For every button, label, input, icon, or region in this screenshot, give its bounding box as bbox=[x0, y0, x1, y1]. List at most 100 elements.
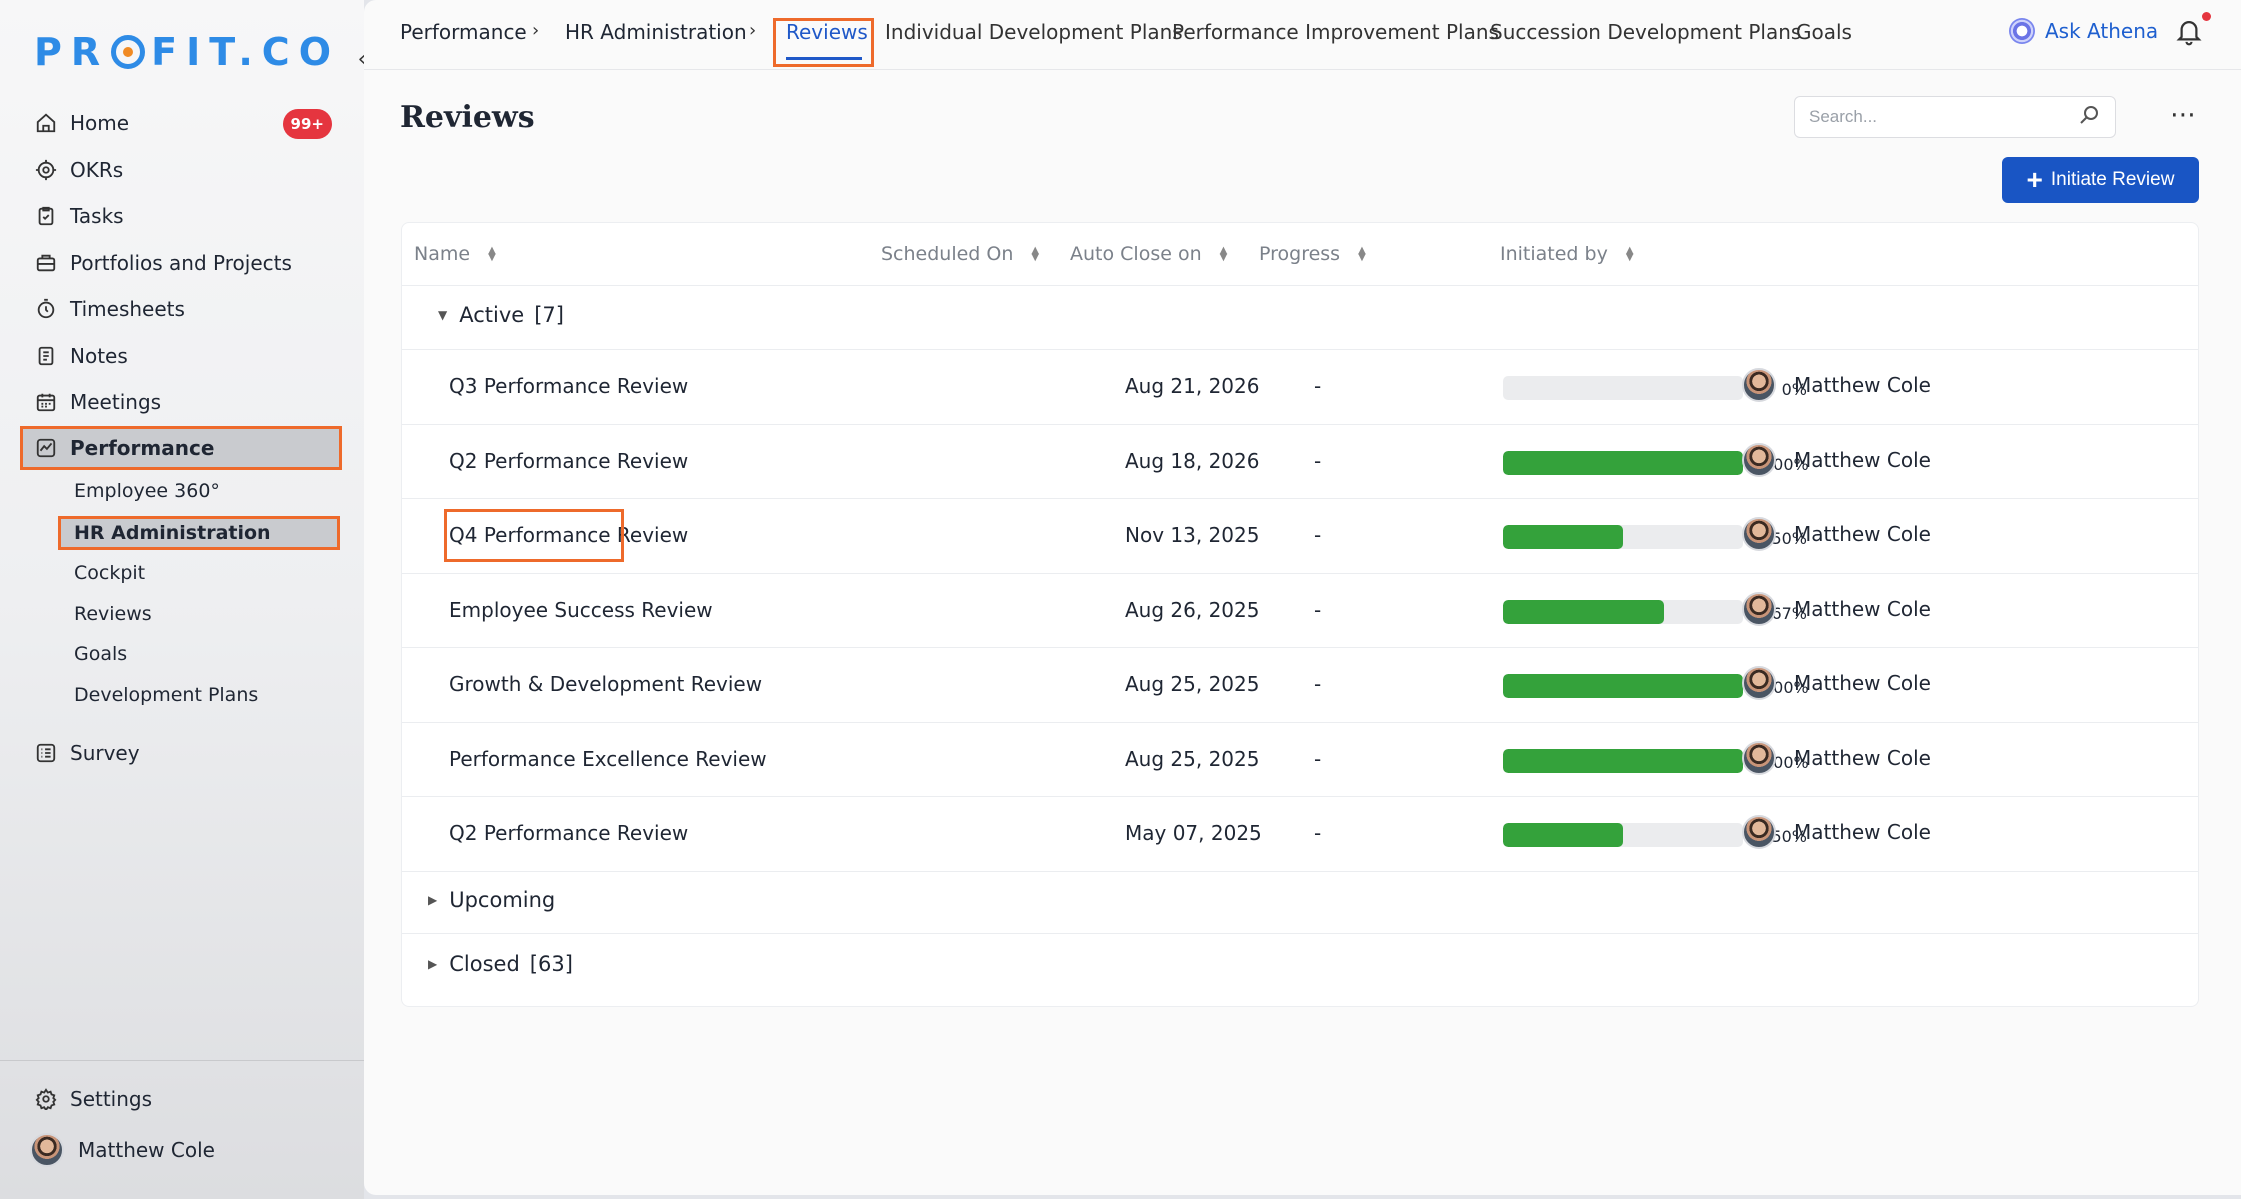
table-row[interactable]: Q3 Performance Review Aug 21, 2026-0% Matt… bbox=[402, 350, 2198, 424]
table-row[interactable]: Performance Excellence Review Aug 25, 202… bbox=[402, 723, 2198, 797]
sidebar-item-home[interactable]: Home 99+ bbox=[20, 101, 342, 145]
breadcrumb-separator: › bbox=[532, 20, 540, 41]
group-toggle-upcoming[interactable]: ▶ Upcoming bbox=[428, 888, 555, 912]
subnav-label: HR Administration bbox=[74, 522, 271, 544]
breadcrumb-performance[interactable]: Performance bbox=[400, 20, 527, 44]
bell-icon[interactable] bbox=[2174, 16, 2208, 50]
sidebar-item-label: Survey bbox=[70, 741, 140, 765]
subnav-cockpit[interactable]: Cockpit bbox=[58, 556, 340, 590]
tab-performance-improvement-plans[interactable]: Performance Improvement Plans bbox=[1172, 20, 1499, 44]
sidebar-item-label: Meetings bbox=[70, 390, 162, 414]
column-header-name[interactable]: Name ▲ ▼ bbox=[414, 243, 496, 265]
review-name-link[interactable]: Employee Success Review bbox=[449, 598, 713, 622]
column-header-progress[interactable]: Progress ▲ ▼ bbox=[1259, 243, 1366, 265]
initiated-by-user[interactable]: Matthew Cole bbox=[1742, 740, 1931, 775]
sidebar-item-tasks[interactable]: Tasks bbox=[20, 194, 342, 238]
sidebar-user-profile[interactable]: Matthew Cole bbox=[20, 1128, 342, 1172]
row-divider bbox=[402, 870, 2198, 872]
sidebar-item-settings[interactable]: Settings bbox=[20, 1077, 342, 1121]
column-header-scheduled-on[interactable]: Scheduled On ▲ ▼ bbox=[881, 243, 1039, 265]
sidebar-item-performance[interactable]: Performance bbox=[20, 426, 342, 470]
target-icon bbox=[34, 158, 58, 182]
review-name-link[interactable]: Growth & Development Review bbox=[449, 672, 762, 696]
ask-athena-button[interactable]: Ask Athena bbox=[2009, 18, 2158, 44]
column-header-label: Auto Close on bbox=[1070, 243, 1202, 265]
sort-icon[interactable]: ▲ ▼ bbox=[1626, 246, 1634, 263]
progress-bar bbox=[1503, 450, 1743, 475]
sidebar-item-label: Notes bbox=[70, 344, 128, 368]
caret-down-icon: ▼ bbox=[438, 308, 448, 322]
sort-icon[interactable]: ▲ ▼ bbox=[488, 246, 496, 263]
sidebar-item-survey[interactable]: Survey bbox=[20, 731, 342, 775]
group-toggle-active[interactable]: ▼ Active [7] bbox=[438, 303, 564, 327]
tab-reviews[interactable]: Reviews bbox=[786, 20, 868, 44]
sort-icon[interactable]: ▲ ▼ bbox=[1031, 246, 1039, 263]
sidebar-item-notes[interactable]: Notes bbox=[20, 334, 342, 378]
column-header-auto-close-on[interactable]: Auto Close on ▲ ▼ bbox=[1070, 243, 1227, 265]
review-name-link[interactable]: Performance Excellence Review bbox=[449, 747, 767, 771]
initiate-review-label: Initiate Review bbox=[2050, 169, 2175, 190]
table-row[interactable]: Employee Success Review Aug 26, 2025-67% M… bbox=[402, 574, 2198, 648]
tab-goals[interactable]: Goals bbox=[1796, 20, 1852, 44]
sidebar-item-timesheets[interactable]: Timesheets bbox=[20, 287, 342, 331]
subnav-reviews[interactable]: Reviews bbox=[58, 597, 340, 631]
auto-close-value: - bbox=[1314, 746, 1322, 771]
subnav-hr-administration[interactable]: HR Administration bbox=[58, 516, 340, 550]
search-box[interactable] bbox=[1794, 96, 2116, 138]
sort-icon[interactable]: ▲ ▼ bbox=[1220, 246, 1228, 263]
group-count: [7] bbox=[534, 303, 564, 327]
sidebar-item-label: Tasks bbox=[70, 204, 124, 228]
initiated-by-user[interactable]: Matthew Cole bbox=[1742, 517, 1931, 551]
initiated-by-user[interactable]: Matthew Cole bbox=[1742, 815, 1931, 849]
column-header-label: Progress bbox=[1259, 243, 1341, 265]
user-name: Matthew Cole bbox=[1794, 745, 1931, 770]
group-label: Closed bbox=[449, 952, 520, 976]
breadcrumb-separator: › bbox=[749, 20, 757, 41]
progress-bar bbox=[1503, 599, 1743, 624]
ask-athena-label: Ask Athena bbox=[2045, 19, 2159, 43]
subnav-development-plans[interactable]: Development Plans bbox=[58, 678, 340, 712]
avatar bbox=[1742, 815, 1776, 849]
search-input[interactable] bbox=[1809, 107, 2077, 127]
auto-close-value: - bbox=[1314, 821, 1322, 845]
initiate-review-button[interactable]: + Initiate Review bbox=[2002, 157, 2199, 203]
initiated-by-user[interactable]: Matthew Cole bbox=[1742, 442, 1931, 477]
table-row[interactable]: Q2 Performance Review May 07, 2025-50% Mat… bbox=[402, 797, 2198, 871]
column-header-initiated-by[interactable]: Initiated by ▲ ▼ bbox=[1500, 243, 1634, 265]
initiated-by-user[interactable]: Matthew Cole bbox=[1742, 666, 1931, 700]
sidebar-item-okrs[interactable]: OKRs bbox=[20, 148, 342, 192]
sidebar-item-meetings[interactable]: Meetings bbox=[20, 380, 342, 424]
table-row[interactable]: Q4 Performance Review Nov 13, 2025-50% Mat… bbox=[402, 499, 2198, 573]
review-name-link[interactable]: Q2 Performance Review bbox=[449, 449, 688, 473]
table-row[interactable]: Q2 Performance Review Aug 18, 2026-100% Ma… bbox=[402, 425, 2198, 499]
stopwatch-icon bbox=[34, 297, 58, 321]
sidebar-item-label: Settings bbox=[70, 1087, 153, 1111]
review-name-link[interactable]: Q2 Performance Review bbox=[449, 821, 688, 845]
subnav-goals[interactable]: Goals bbox=[58, 637, 340, 671]
user-name: Matthew Cole bbox=[1794, 820, 1931, 844]
review-name-link[interactable]: Q3 Performance Review bbox=[449, 374, 688, 398]
row-highlight-box bbox=[444, 509, 624, 562]
group-label: Upcoming bbox=[449, 888, 556, 912]
sort-icon[interactable]: ▲ ▼ bbox=[1358, 246, 1366, 263]
group-toggle-closed[interactable]: ▶ Closed [63] bbox=[428, 952, 573, 976]
initiated-by-user[interactable]: Matthew Cole bbox=[1742, 368, 1931, 402]
header-divider bbox=[402, 285, 2198, 286]
active-tab-indicator bbox=[786, 57, 862, 60]
avatar bbox=[1742, 442, 1776, 477]
tab-succession-development-plans[interactable]: Succession Development Plans bbox=[1490, 20, 1801, 44]
profit-co-logo[interactable]: PR FIT.CO bbox=[34, 30, 340, 74]
sidebar-item-portfolios[interactable]: Portfolios and Projects bbox=[20, 241, 342, 285]
user-name: Matthew Cole bbox=[1794, 447, 1931, 472]
more-options-icon[interactable]: ⋯ bbox=[2170, 100, 2197, 130]
progress-fill bbox=[1503, 525, 1623, 549]
search-icon[interactable] bbox=[2077, 103, 2101, 131]
main-content: Performance › HR Administration › Review… bbox=[364, 0, 2241, 1195]
initiated-by-user[interactable]: Matthew Cole bbox=[1742, 591, 1931, 626]
auto-close-value: - bbox=[1314, 597, 1322, 622]
table-row[interactable]: Growth & Development Review Aug 25, 2025 -… bbox=[402, 648, 2198, 722]
subnav-employee-360[interactable]: Employee 360° bbox=[58, 474, 340, 508]
auto-close-value: - bbox=[1314, 448, 1322, 473]
breadcrumb-hr-administration[interactable]: HR Administration bbox=[565, 20, 747, 44]
tab-individual-development-plans[interactable]: Individual Development Plans bbox=[885, 20, 1183, 44]
